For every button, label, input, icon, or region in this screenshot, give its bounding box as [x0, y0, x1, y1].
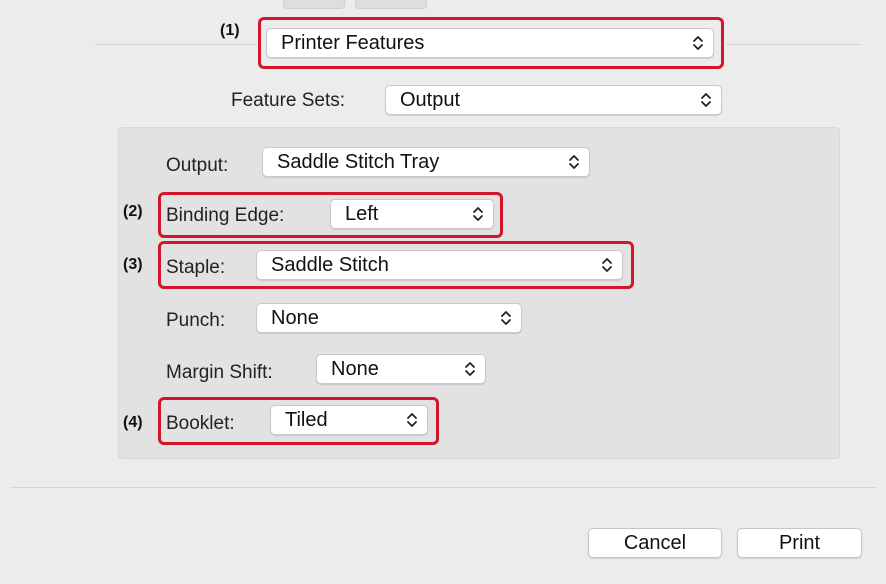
top-segment-right: [355, 0, 427, 9]
punch-label: Punch:: [166, 310, 226, 331]
chevron-updown-icon: [407, 413, 417, 427]
output-label: Output:: [166, 155, 229, 176]
output-value: Saddle Stitch Tray: [277, 151, 440, 173]
marker-2: (2): [123, 203, 143, 220]
chevron-updown-icon: [465, 362, 475, 376]
marker-4: (4): [123, 414, 143, 431]
punch-popup[interactable]: None: [256, 303, 522, 333]
print-button[interactable]: Print: [737, 528, 862, 558]
booklet-popup[interactable]: Tiled: [270, 405, 428, 435]
binding-edge-popup[interactable]: Left: [330, 199, 494, 229]
feature-sets-popup[interactable]: Output: [385, 85, 722, 115]
marker-3: (3): [123, 256, 143, 273]
printer-features-popup[interactable]: Printer Features: [266, 28, 714, 58]
feature-sets-label: Feature Sets:: [231, 90, 346, 111]
binding-edge-label: Binding Edge:: [166, 205, 285, 226]
bottom-separator: [10, 487, 876, 488]
marker-1: (1): [220, 22, 240, 39]
chevron-updown-icon: [473, 207, 483, 221]
chevron-updown-icon: [569, 155, 579, 169]
booklet-label: Booklet:: [166, 413, 235, 434]
chevron-updown-icon: [693, 36, 703, 50]
top-segment-left: [283, 0, 345, 9]
margin-shift-value: None: [331, 358, 379, 380]
punch-value: None: [271, 307, 319, 329]
feature-sets-value: Output: [400, 89, 461, 111]
output-popup[interactable]: Saddle Stitch Tray: [262, 147, 590, 177]
top-separator-right: [726, 44, 861, 45]
chevron-updown-icon: [501, 311, 511, 325]
staple-value: Saddle Stitch: [271, 254, 389, 276]
cancel-button[interactable]: Cancel: [588, 528, 722, 558]
booklet-value: Tiled: [285, 409, 328, 431]
chevron-updown-icon: [701, 93, 711, 107]
staple-popup[interactable]: Saddle Stitch: [256, 250, 623, 280]
printer-features-value: Printer Features: [281, 32, 425, 54]
binding-edge-value: Left: [345, 203, 379, 225]
top-separator-left: [95, 44, 257, 45]
chevron-updown-icon: [602, 258, 612, 272]
margin-shift-label: Margin Shift:: [166, 362, 273, 383]
staple-label: Staple:: [166, 257, 226, 278]
margin-shift-popup[interactable]: None: [316, 354, 486, 384]
